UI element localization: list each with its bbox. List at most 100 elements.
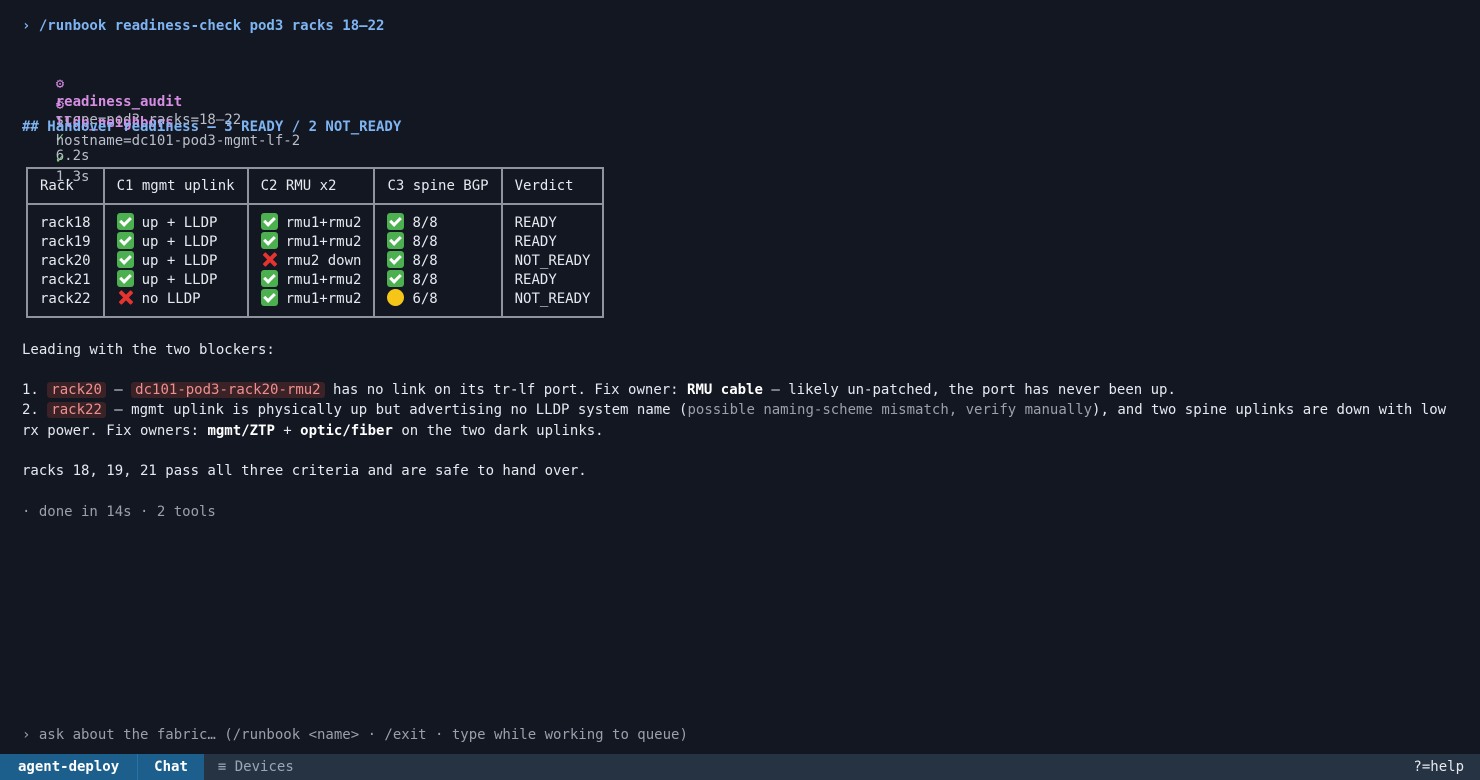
rack-chip: rack22 xyxy=(47,402,106,418)
cell-c1-mgmt-uplink: up + LLDP xyxy=(102,270,249,289)
cell-verdict-text: READY xyxy=(514,271,557,288)
check-mark-icon xyxy=(387,213,405,230)
blocker-text: — mgmt uplink is physically up but adver… xyxy=(105,402,688,418)
tab-chat[interactable]: Chat xyxy=(137,754,204,780)
cell-c3-spine-bgp-text: 8/8 xyxy=(412,253,438,269)
cell-c3-spine-bgp-text: 6/8 xyxy=(412,291,438,307)
blocker-item-2-cont: rx power. Fix owners: mgmt/ZTP + optic/f… xyxy=(22,422,604,440)
check-mark-icon xyxy=(116,213,134,230)
chat-input[interactable]: › ask about the fabric… (/runbook <name>… xyxy=(22,726,688,744)
check-mark-icon xyxy=(260,270,278,287)
cell-c3-spine-bgp-text: 8/8 xyxy=(412,215,438,231)
table-row: rack22 no LLDP rmu1+rmu2 6/8 NOT_READY xyxy=(26,289,605,318)
cell-rack: rack21 xyxy=(26,270,105,289)
check-mark-icon xyxy=(387,270,405,287)
check-mark-icon xyxy=(260,289,278,306)
gear-icon: ⚙ xyxy=(55,97,65,113)
blocker-text: — likely un-patched, the port has never … xyxy=(762,382,1176,398)
cell-c2-rmu: rmu2 down xyxy=(246,251,376,270)
column-header-rack: Rack xyxy=(26,167,105,205)
blockers-intro: Leading with the two blockers: xyxy=(22,342,275,358)
help-hint[interactable]: ?=help xyxy=(1413,759,1480,775)
cell-rack: rack18 xyxy=(26,204,105,232)
device-chip: dc101-pod3-rack20-rmu2 xyxy=(131,382,325,398)
table-row: rack20 up + LLDP rmu2 down 8/8 NOT_READY xyxy=(26,251,605,270)
rack-chip: rack20 xyxy=(47,382,106,398)
cell-c3-spine-bgp-text: 8/8 xyxy=(412,234,438,250)
cell-rack-text: rack19 xyxy=(40,233,91,250)
separator: + xyxy=(274,423,301,439)
table-row: rack18 up + LLDP rmu1+rmu2 8/8 READY xyxy=(26,204,605,232)
cell-verdict: NOT_READY xyxy=(500,289,605,318)
cell-verdict-text: NOT_READY xyxy=(514,290,591,307)
cell-rack-text: rack18 xyxy=(40,214,91,231)
cell-verdict: NOT_READY xyxy=(500,251,605,270)
check-mark-icon xyxy=(387,251,405,268)
cell-rack: rack19 xyxy=(26,232,105,251)
readiness-table: Rack C1 mgmt uplink C2 RMU x2 C3 spine B… xyxy=(26,167,605,318)
cell-c2-rmu-text: rmu1+rmu2 xyxy=(285,234,362,250)
cell-rack: rack22 xyxy=(26,289,105,318)
column-header-c2: C2 RMU x2 xyxy=(246,167,376,205)
fix-owner: mgmt/ZTP xyxy=(207,423,275,439)
summary-text: racks 18, 19, 21 pass all three criteria… xyxy=(22,463,587,479)
blocker-item-2: 2. rack22 — mgmt uplink is physically up… xyxy=(22,401,1446,419)
blocker-text: has no link on its tr-lf port. Fix owner… xyxy=(324,382,688,398)
cell-c3-spine-bgp-text: 8/8 xyxy=(412,272,438,288)
cell-c1-mgmt-uplink: up + LLDP xyxy=(102,204,249,232)
cell-c1-mgmt-uplink: no LLDP xyxy=(102,289,249,318)
command-line: › /runbook readiness-check pod3 racks 18… xyxy=(22,18,385,34)
cell-c2-rmu-text: rmu1+rmu2 xyxy=(285,215,362,231)
cell-c2-rmu-text: rmu1+rmu2 xyxy=(285,272,362,288)
fix-owner: RMU cable xyxy=(687,382,763,398)
app-name: agent-deploy xyxy=(0,754,138,780)
check-mark-icon xyxy=(387,232,405,249)
cell-c3-spine-bgp: 8/8 xyxy=(373,204,503,232)
cell-c3-spine-bgp: 6/8 xyxy=(373,289,503,318)
cell-verdict: READY xyxy=(500,232,605,251)
tab-devices[interactable]: ≡ Devices xyxy=(204,754,308,780)
cross-mark-icon xyxy=(117,289,134,306)
blocker-note: possible naming-scheme mismatch, verify … xyxy=(687,402,1093,418)
tab-label: Devices xyxy=(234,759,294,775)
cell-c2-rmu: rmu1+rmu2 xyxy=(246,204,376,232)
blocker-text: rx power. Fix owners: xyxy=(22,423,208,439)
cell-c3-spine-bgp: 8/8 xyxy=(373,270,503,289)
cell-rack: rack20 xyxy=(26,251,105,270)
cell-c1-mgmt-uplink-text: up + LLDP xyxy=(141,272,218,288)
table-row: rack19 up + LLDP rmu1+rmu2 8/8 READY xyxy=(26,232,605,251)
table-row: rack21 up + LLDP rmu1+rmu2 8/8 READY xyxy=(26,270,605,289)
check-mark-icon xyxy=(260,232,278,249)
cell-c2-rmu: rmu1+rmu2 xyxy=(246,232,376,251)
cell-c1-mgmt-uplink-text: no LLDP xyxy=(141,291,201,307)
cell-c2-rmu-text: rmu2 down xyxy=(285,253,362,269)
cell-c1-mgmt-uplink-text: up + LLDP xyxy=(141,234,218,250)
cell-verdict-text: NOT_READY xyxy=(514,252,591,269)
cell-c2-rmu: rmu1+rmu2 xyxy=(246,270,376,289)
list-icon: ≡ xyxy=(217,759,227,775)
column-header-c1: C1 mgmt uplink xyxy=(102,167,249,205)
cell-c2-rmu: rmu1+rmu2 xyxy=(246,289,376,318)
fix-owner: optic/fiber xyxy=(300,423,393,439)
cell-verdict-text: READY xyxy=(514,233,557,250)
cell-verdict: READY xyxy=(500,270,605,289)
column-header-verdict: Verdict xyxy=(500,167,605,205)
list-number: 1. xyxy=(22,382,39,398)
yellow-circle-icon xyxy=(387,289,405,306)
check-icon: ✓ xyxy=(55,151,65,167)
table-header-row: Rack C1 mgmt uplink C2 RMU x2 C3 spine B… xyxy=(26,167,605,205)
cell-rack-text: rack21 xyxy=(40,271,91,288)
blocker-text: ), and two spine uplinks are down with l… xyxy=(1092,402,1447,418)
cell-rack-text: rack20 xyxy=(40,252,91,269)
blocker-text: on the two dark uplinks. xyxy=(392,423,604,439)
status-bar: agent-deploy Chat ≡ Devices ?=help xyxy=(0,754,1480,780)
separator: — xyxy=(105,382,132,398)
cross-mark-icon xyxy=(261,251,278,268)
cell-verdict: READY xyxy=(500,204,605,232)
blocker-item-1: 1. rack20 — dc101-pod3-rack20-rmu2 has n… xyxy=(22,381,1176,399)
cell-c3-spine-bgp: 8/8 xyxy=(373,232,503,251)
terminal-screen: › /runbook readiness-check pod3 racks 18… xyxy=(0,0,1480,780)
list-number: 2. xyxy=(22,402,39,418)
cell-c1-mgmt-uplink-text: up + LLDP xyxy=(141,215,218,231)
cell-rack-text: rack22 xyxy=(40,290,91,307)
